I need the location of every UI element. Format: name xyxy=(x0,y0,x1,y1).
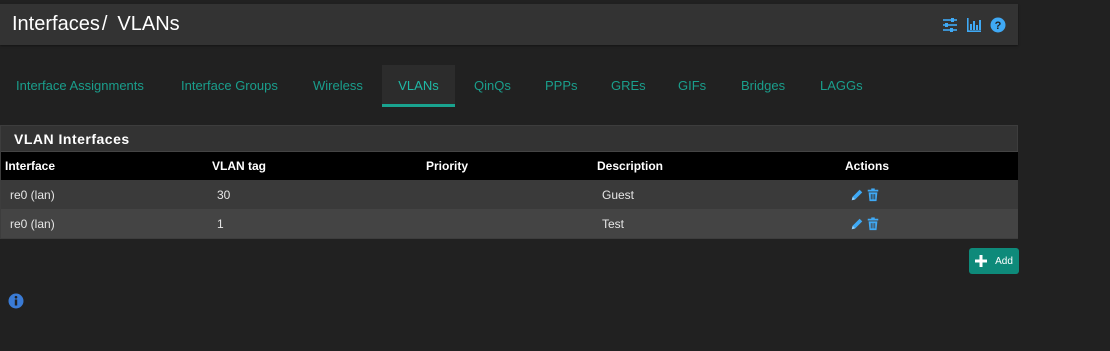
tab-laggs[interactable]: LAGGs xyxy=(820,65,863,107)
column-header-description: Description xyxy=(593,151,841,180)
table-row: re0 (lan) 30 Guest xyxy=(1,180,1018,209)
pencil-icon[interactable] xyxy=(850,217,864,231)
tab-bridges[interactable]: Bridges xyxy=(741,65,785,107)
column-header-actions: Actions xyxy=(841,151,1018,180)
cell-actions xyxy=(841,209,1018,238)
help-icon[interactable]: ? xyxy=(990,17,1006,33)
breadcrumb-interfaces[interactable]: Interfaces xyxy=(12,13,100,35)
cell-priority xyxy=(422,209,593,238)
table-row: re0 (lan) 1 Test xyxy=(1,209,1018,238)
breadcrumb-vlans: VLANs xyxy=(117,13,180,35)
info-icon[interactable] xyxy=(8,293,24,309)
tab-wireless[interactable]: Wireless xyxy=(313,65,363,107)
sliders-icon[interactable] xyxy=(942,17,958,33)
svg-text:?: ? xyxy=(995,20,1002,32)
tab-gifs[interactable]: GIFs xyxy=(678,65,706,107)
column-header-interface: Interface xyxy=(1,151,208,180)
vlan-table: Interface VLAN tag Priority Description … xyxy=(1,151,1018,238)
cell-actions xyxy=(841,180,1018,209)
add-button-label: Add xyxy=(995,255,1013,267)
trash-icon[interactable] xyxy=(866,187,880,202)
cell-interface: re0 (lan) xyxy=(1,180,208,209)
plus-icon xyxy=(975,255,988,267)
cell-description: Guest xyxy=(593,180,841,209)
page-header: Interfaces / VLANs ? xyxy=(0,4,1018,45)
tab-qinqs[interactable]: QinQs xyxy=(474,65,511,107)
cell-interface: re0 (lan) xyxy=(1,209,208,238)
cell-priority xyxy=(422,180,593,209)
panel-title: VLAN Interfaces xyxy=(14,131,130,147)
tab-ppps[interactable]: PPPs xyxy=(545,65,578,107)
vlan-interfaces-panel: VLAN Interfaces Interface VLAN tag Prior… xyxy=(0,125,1018,239)
tab-interface-assignments[interactable]: Interface Assignments xyxy=(16,65,144,107)
tab-vlans[interactable]: VLANs xyxy=(382,65,455,107)
table-header-row: Interface VLAN tag Priority Description … xyxy=(1,151,1018,180)
column-header-vlan-tag: VLAN tag xyxy=(208,151,422,180)
tab-interface-groups[interactable]: Interface Groups xyxy=(181,65,278,107)
breadcrumb: Interfaces / VLANs xyxy=(12,13,180,36)
trash-icon[interactable] xyxy=(866,216,880,231)
column-header-priority: Priority xyxy=(422,151,593,180)
bar-chart-icon[interactable] xyxy=(966,17,982,33)
cell-vlan-tag: 1 xyxy=(208,209,422,238)
cell-description: Test xyxy=(593,209,841,238)
add-button[interactable]: Add xyxy=(969,248,1019,274)
cell-vlan-tag: 30 xyxy=(208,180,422,209)
pencil-icon[interactable] xyxy=(850,188,864,202)
breadcrumb-separator: / xyxy=(101,13,108,35)
tab-bar: Interface Assignments Interface Groups W… xyxy=(0,65,1018,107)
tab-gres[interactable]: GREs xyxy=(611,65,646,107)
